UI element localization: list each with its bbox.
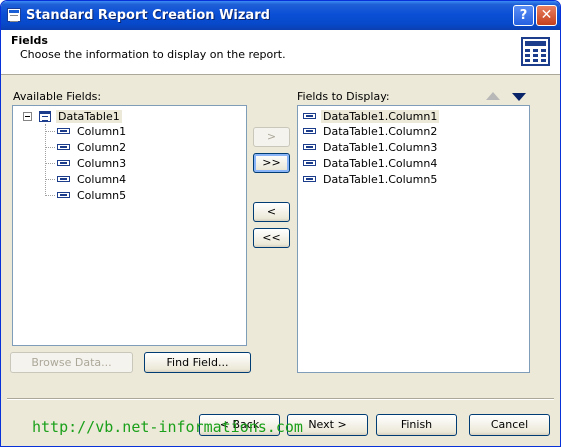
display-item-5[interactable]: DataTable1.Column5	[323, 172, 437, 187]
tree-node-datatable1[interactable]: DataTable1	[56, 109, 122, 124]
column-icon	[57, 144, 70, 150]
fields-to-display-list[interactable]: DataTable1.Column1 DataTable1.Column2 Da…	[297, 105, 530, 373]
tree-node-label: DataTable1	[56, 110, 122, 123]
display-item-label: DataTable1.Column1	[321, 110, 440, 123]
window-title: Standard Report Creation Wizard	[26, 8, 270, 23]
tree-item-column1[interactable]: Column1	[77, 124, 126, 139]
add-all-fields-button[interactable]: >>	[253, 153, 290, 173]
column-icon	[303, 128, 316, 134]
title-bar[interactable]: Standard Report Creation Wizard ? ✕	[1, 1, 560, 30]
remove-all-fields-button[interactable]: <<	[253, 228, 290, 248]
available-fields-label: Available Fields:	[13, 90, 102, 103]
cancel-button[interactable]: Cancel	[469, 414, 550, 436]
move-down-icon[interactable]	[512, 93, 526, 101]
report-app-icon	[7, 8, 21, 22]
page-title: Fields	[11, 34, 48, 47]
table-fields-icon	[521, 37, 550, 66]
finish-button[interactable]: Finish	[376, 414, 457, 436]
display-item-3[interactable]: DataTable1.Column3	[323, 140, 437, 155]
move-up-icon[interactable]	[486, 92, 500, 100]
tree-item-column4[interactable]: Column4	[77, 172, 126, 187]
column-icon	[57, 128, 70, 134]
tree-item-column5[interactable]: Column5	[77, 188, 126, 203]
column-icon	[303, 113, 316, 119]
remove-field-button[interactable]: <	[253, 202, 290, 222]
datatable-icon	[39, 111, 51, 122]
watermark-url: http://vb.net-informations.com	[32, 418, 303, 436]
browse-data-button[interactable]: Browse Data...	[10, 352, 133, 373]
column-icon	[303, 176, 316, 182]
display-item-4[interactable]: DataTable1.Column4	[323, 156, 437, 171]
column-icon	[57, 192, 70, 198]
tree-item-column3[interactable]: Column3	[77, 156, 126, 171]
fields-to-display-label: Fields to Display:	[297, 90, 390, 103]
column-icon	[57, 176, 70, 182]
find-field-button[interactable]: Find Field...	[144, 352, 251, 373]
column-icon	[303, 160, 316, 166]
display-item-2[interactable]: DataTable1.Column2	[323, 124, 437, 139]
available-fields-tree[interactable]: DataTable1 Column1 Column2 Column3 Colum…	[12, 105, 247, 346]
wizard-window: Standard Report Creation Wizard ? ✕ Fiel…	[0, 0, 561, 447]
tree-item-column2[interactable]: Column2	[77, 140, 126, 155]
column-icon	[57, 160, 70, 166]
wizard-header: Fields Choose the information to display…	[1, 30, 560, 75]
page-description: Choose the information to display on the…	[20, 48, 286, 61]
column-icon	[303, 144, 316, 150]
display-item-1[interactable]: DataTable1.Column1	[321, 109, 440, 124]
close-button[interactable]: ✕	[536, 5, 557, 26]
help-button[interactable]: ?	[513, 5, 534, 26]
collapse-icon[interactable]	[23, 112, 32, 121]
add-field-button[interactable]: >	[253, 127, 290, 147]
footer-separator	[7, 398, 554, 400]
